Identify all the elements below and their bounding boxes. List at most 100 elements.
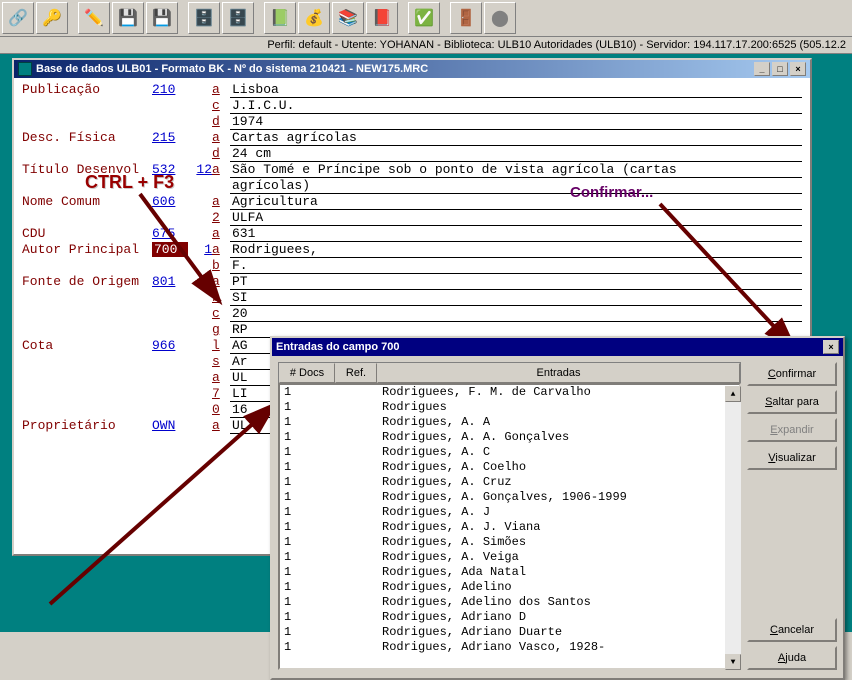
- list-item[interactable]: 1Rodrigues, A. Coelho: [280, 460, 739, 475]
- list-scrollbar[interactable]: ▲ ▼: [725, 386, 741, 670]
- field-tag-link[interactable]: 210: [152, 82, 188, 97]
- field-value[interactable]: PT: [230, 274, 802, 290]
- scroll-down-icon[interactable]: ▼: [725, 654, 741, 670]
- tb-books-icon[interactable]: 📚: [332, 2, 364, 34]
- tb-exit-icon[interactable]: 🚪: [450, 2, 482, 34]
- list-item[interactable]: 1Rodrigues, A. J: [280, 505, 739, 520]
- list-item[interactable]: 1Rodrigues, A. Veiga: [280, 550, 739, 565]
- minimize-button[interactable]: _: [754, 62, 770, 76]
- ajuda-button[interactable]: Ajuda: [747, 646, 837, 670]
- subfield-code[interactable]: d: [212, 146, 230, 161]
- subfield-code[interactable]: a: [212, 162, 230, 177]
- subfield-code[interactable]: a: [212, 370, 230, 385]
- entry-cell: Rodrigues, A. Veiga: [382, 550, 735, 565]
- subfield-code[interactable]: a: [212, 226, 230, 241]
- field-value[interactable]: São Tomé e Príncipe sob o ponto de vista…: [230, 162, 802, 178]
- ref-cell: [340, 430, 382, 445]
- field-tag-link[interactable]: 801: [152, 274, 188, 289]
- field-indicator[interactable]: 12: [188, 162, 212, 177]
- expandir-button[interactable]: Expandir: [747, 418, 837, 442]
- subfield-code[interactable]: a: [212, 418, 230, 433]
- subfield-code[interactable]: b: [212, 258, 230, 273]
- field-value[interactable]: ULFA: [230, 210, 802, 226]
- entries-list[interactable]: 1Rodriguees, F. M. de Carvalho1Rodrigues…: [278, 383, 741, 670]
- field-tag-link[interactable]: 215: [152, 130, 188, 145]
- field-tag-link[interactable]: 675: [152, 226, 188, 241]
- subfield-code[interactable]: a: [212, 274, 230, 289]
- visualizar-button[interactable]: Visualizar: [747, 446, 837, 470]
- dialog-close-button[interactable]: ×: [823, 340, 839, 354]
- field-value[interactable]: Agricultura: [230, 194, 802, 210]
- list-item[interactable]: 1Rodrigues, Adriano D: [280, 610, 739, 625]
- field-value[interactable]: agrícolas): [230, 178, 802, 194]
- close-button[interactable]: ×: [790, 62, 806, 76]
- field-value[interactable]: 1974: [230, 114, 802, 130]
- field-tag-link[interactable]: 606: [152, 194, 188, 209]
- saltar-button[interactable]: Saltar para: [747, 390, 837, 414]
- tb-edit-icon[interactable]: ✏️: [78, 2, 110, 34]
- subfield-code[interactable]: b: [212, 290, 230, 305]
- tb-save-next-icon[interactable]: 💾: [146, 2, 178, 34]
- field-tag-link[interactable]: 966: [152, 338, 188, 353]
- list-item[interactable]: 1Rodrigues, A. A: [280, 415, 739, 430]
- subfield-code[interactable]: a: [212, 82, 230, 97]
- tb-link-icon[interactable]: 🔗: [2, 2, 34, 34]
- list-item[interactable]: 1Rodrigues, A. Gonçalves, 1906-1999: [280, 490, 739, 505]
- list-item[interactable]: 1Rodrigues, A. C: [280, 445, 739, 460]
- list-item[interactable]: 1Rodrigues, Adelino dos Santos: [280, 595, 739, 610]
- subfield-code[interactable]: a: [212, 242, 230, 257]
- tb-server1-icon[interactable]: 🗄️: [188, 2, 220, 34]
- list-item[interactable]: 1Rodriguees, F. M. de Carvalho: [280, 385, 739, 400]
- field-value[interactable]: 631: [230, 226, 802, 242]
- tb-money-icon[interactable]: 💰: [298, 2, 330, 34]
- tb-book-red-icon[interactable]: 📕: [366, 2, 398, 34]
- subfield-code[interactable]: c: [212, 306, 230, 321]
- tb-check-icon[interactable]: ✅: [408, 2, 440, 34]
- list-item[interactable]: 1Rodrigues, A. Cruz: [280, 475, 739, 490]
- col-entries-header[interactable]: Entradas: [377, 363, 740, 383]
- field-indicator[interactable]: 0: [188, 274, 212, 289]
- subfield-code[interactable]: 7: [212, 386, 230, 401]
- subfield-code[interactable]: g: [212, 322, 230, 337]
- subfield-code[interactable]: s: [212, 354, 230, 369]
- subfield-code[interactable]: a: [212, 130, 230, 145]
- cancelar-button[interactable]: Cancelar: [747, 618, 837, 642]
- subfield-code[interactable]: c: [212, 98, 230, 113]
- tb-stop-icon[interactable]: ⬤: [484, 2, 516, 34]
- list-item[interactable]: 1Rodrigues, A. A. Gonçalves: [280, 430, 739, 445]
- tb-book-green-icon[interactable]: 📗: [264, 2, 296, 34]
- tb-key-icon[interactable]: 🔑: [36, 2, 68, 34]
- subfield-code[interactable]: l: [212, 338, 230, 353]
- field-value[interactable]: 24 cm: [230, 146, 802, 162]
- field-value[interactable]: F.: [230, 258, 802, 274]
- subfield-code[interactable]: 0: [212, 402, 230, 417]
- field-value[interactable]: Rodriguees,: [230, 242, 802, 258]
- field-value[interactable]: 20: [230, 306, 802, 322]
- field-indicator[interactable]: 1: [188, 242, 212, 257]
- list-item[interactable]: 1Rodrigues, Adriano Duarte: [280, 625, 739, 640]
- maximize-button[interactable]: □: [772, 62, 788, 76]
- field-tag-link[interactable]: OWN: [152, 418, 188, 433]
- field-value[interactable]: Cartas agrícolas: [230, 130, 802, 146]
- list-item[interactable]: 1Rodrigues, Adelino: [280, 580, 739, 595]
- subfield-code[interactable]: d: [212, 114, 230, 129]
- subfield-code[interactable]: a: [212, 194, 230, 209]
- col-ref-header[interactable]: Ref.: [335, 363, 377, 383]
- col-docs-header[interactable]: # Docs: [279, 363, 335, 383]
- field-value[interactable]: J.I.C.U.: [230, 98, 802, 114]
- tb-server2-icon[interactable]: 🗄️: [222, 2, 254, 34]
- scroll-up-icon[interactable]: ▲: [725, 386, 741, 402]
- entry-cell: Rodrigues, A. Simões: [382, 535, 735, 550]
- confirmar-button[interactable]: Confirmar: [747, 362, 837, 386]
- tb-save-icon[interactable]: 💾: [112, 2, 144, 34]
- field-value[interactable]: Lisboa: [230, 82, 802, 98]
- list-item[interactable]: 1Rodrigues, A. Simões: [280, 535, 739, 550]
- list-item[interactable]: 1Rodrigues, Ada Natal: [280, 565, 739, 580]
- entry-cell: Rodrigues, Adriano Vasco, 1928-: [382, 640, 735, 655]
- field-value[interactable]: SI: [230, 290, 802, 306]
- list-item[interactable]: 1Rodrigues, A. J. Viana: [280, 520, 739, 535]
- list-item[interactable]: 1Rodrigues: [280, 400, 739, 415]
- list-item[interactable]: 1Rodrigues, Adriano Vasco, 1928-: [280, 640, 739, 655]
- subfield-code[interactable]: 2: [212, 210, 230, 225]
- field-tag-link[interactable]: 700: [152, 242, 188, 257]
